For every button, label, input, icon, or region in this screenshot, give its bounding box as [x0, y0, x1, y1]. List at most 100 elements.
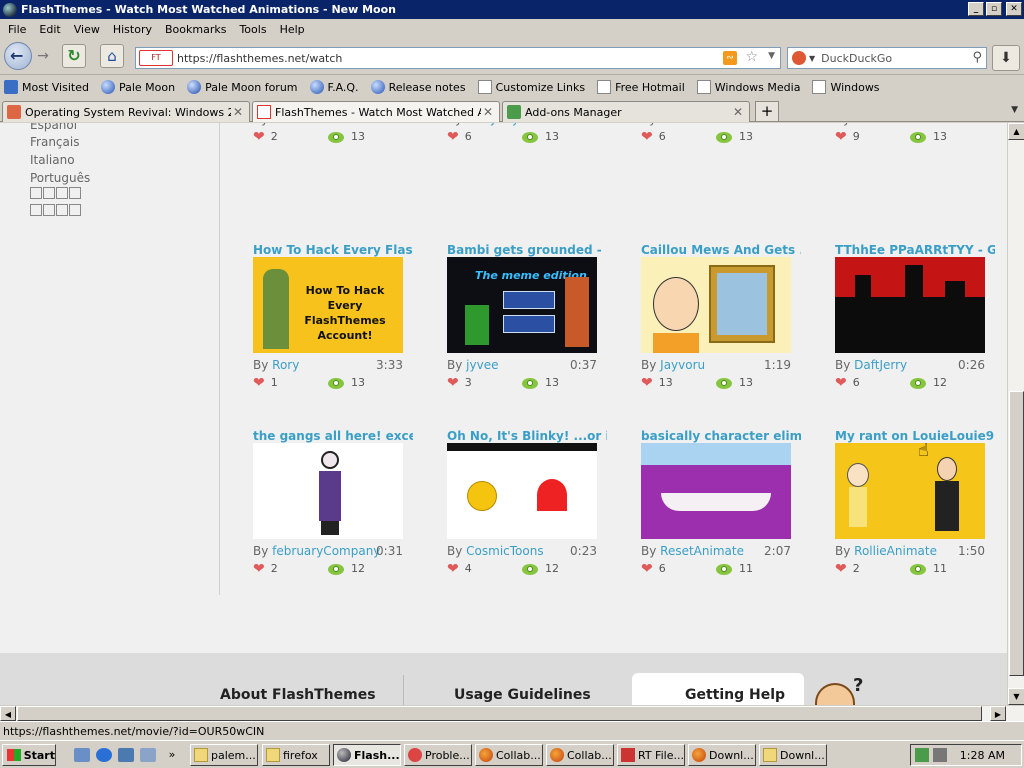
video-author-link[interactable]: Rory — [272, 358, 299, 372]
search-icon[interactable]: ⚲ — [972, 50, 982, 65]
taskbar-item[interactable]: Downl... — [688, 744, 756, 766]
menu-history[interactable]: History — [113, 23, 152, 36]
internet-explorer-icon[interactable] — [96, 748, 112, 762]
video-author-link[interactable]: luistrublic — [660, 123, 719, 126]
scroll-left-button[interactable]: ◀ — [0, 706, 16, 721]
language-espanol[interactable]: Español — [30, 123, 77, 132]
video-thumbnail[interactable] — [641, 443, 791, 539]
window-title-bar[interactable]: FlashThemes - Watch Most Watched Animati… — [0, 0, 1024, 19]
video-author-link[interactable]: DaftJerry — [854, 358, 907, 372]
video-card[interactable]: My rant on LouieLouie95 By RollieAnimate 1… — [835, 429, 995, 609]
scroll-right-button[interactable]: ▶ — [990, 706, 1006, 721]
video-author-link[interactable]: GML394 - Official — [854, 123, 957, 126]
video-title[interactable]: TThhEe PPaARRtTYY - G... — [835, 243, 995, 257]
video-card[interactable]: Oh No, It's Blinky! ...or i... By CosmicT… — [447, 429, 607, 609]
outlook-express-icon[interactable] — [118, 748, 134, 762]
scroll-down-button[interactable]: ▼ — [1008, 688, 1024, 705]
url-dropdown-icon[interactable]: ▼ — [768, 51, 775, 61]
duckduckgo-icon[interactable] — [792, 51, 806, 65]
menu-help[interactable]: Help — [280, 23, 305, 36]
video-thumbnail[interactable] — [835, 257, 985, 353]
video-author-link[interactable]: februaryCompany — [272, 544, 380, 558]
menu-view[interactable]: View — [74, 23, 100, 36]
video-card[interactable]: the gangs all here! exce... By februaryCo… — [253, 429, 413, 609]
back-button[interactable] — [4, 42, 32, 70]
horizontal-scroll-thumb[interactable] — [17, 706, 982, 721]
show-desktop-icon[interactable] — [74, 748, 90, 762]
video-author-link[interactable]: RollieAnimate — [854, 544, 937, 558]
search-bar[interactable]: ▼ DuckDuckGo ⚲ — [787, 47, 987, 69]
taskbar-item[interactable]: Collab... — [475, 744, 543, 766]
url-text[interactable]: https://flashthemes.net/watch — [177, 52, 342, 65]
bookmark-most-visited[interactable]: Most Visited — [4, 80, 89, 94]
bookmark-pale-moon-forum[interactable]: Pale Moon forum — [187, 80, 298, 94]
video-card[interactable]: By luistrublic2:16❤613 — [641, 123, 801, 177]
taskbar-item[interactable]: RT File... — [617, 744, 685, 766]
search-placeholder[interactable]: DuckDuckGo — [821, 52, 892, 65]
video-title[interactable]: Oh No, It's Blinky! ...or i... — [447, 429, 607, 443]
search-engine-dropdown-icon[interactable]: ▼ — [809, 54, 815, 63]
video-author-link[interactable]: ResetAnimate — [660, 544, 744, 558]
close-tab-icon[interactable]: ✕ — [231, 105, 245, 119]
vertical-scrollbar[interactable]: ▲ ▼ — [1007, 123, 1024, 705]
vertical-scroll-thumb[interactable] — [1009, 391, 1024, 676]
explorer-search-icon[interactable] — [140, 748, 156, 762]
taskbar-item[interactable]: Collab... — [546, 744, 614, 766]
menu-file[interactable]: File — [8, 23, 26, 36]
video-card[interactable]: _ _ _ _ _ _ _ _ _By DaftJerry3:08❤613 — [447, 123, 607, 177]
tab-os-revival[interactable]: Operating System Revival: Windows 200...… — [2, 101, 250, 122]
video-title[interactable]: Caillou Mews And Gets ... — [641, 243, 801, 257]
horizontal-scrollbar[interactable]: ◀ ▶ — [0, 705, 1024, 721]
video-author-link[interactable]: CosmicToons — [466, 544, 543, 558]
video-card[interactable]: By Adam Gotoons9:37❤213 — [253, 123, 413, 177]
close-tab-icon[interactable]: ✕ — [731, 105, 745, 119]
bookmark-windows[interactable]: Windows — [812, 80, 880, 94]
site-identity-icon[interactable]: FT — [139, 50, 173, 66]
taskbar-item[interactable]: palem... — [190, 744, 258, 766]
video-card[interactable]: Bambi gets grounded - M...The meme editi… — [447, 243, 607, 423]
video-thumbnail[interactable] — [447, 443, 597, 539]
downloads-button[interactable]: ⬇ — [992, 45, 1020, 71]
video-author-link[interactable]: jyvee — [466, 358, 498, 372]
new-tab-button[interactable]: + — [755, 101, 779, 121]
video-thumbnail[interactable] — [253, 443, 403, 539]
video-author-link[interactable]: Jayvoru — [660, 358, 705, 372]
video-title[interactable]: How To Hack Every Flash... — [253, 243, 413, 257]
bookmark-star-icon[interactable]: ☆ — [745, 49, 758, 65]
video-card[interactable]: basically character elimi... By ResetAnim… — [641, 429, 801, 609]
menu-bookmarks[interactable]: Bookmarks — [165, 23, 226, 36]
video-title[interactable]: basically character elimi... — [641, 429, 801, 443]
video-thumbnail[interactable] — [641, 257, 791, 353]
video-thumbnail[interactable] — [835, 443, 985, 539]
taskbar-item[interactable]: firefox — [262, 744, 330, 766]
taskbar-item[interactable]: Flash... — [333, 744, 401, 766]
reload-button[interactable]: ↻ — [62, 44, 86, 68]
bookmark-customize-links[interactable]: Customize Links — [477, 80, 585, 94]
video-title[interactable]: the gangs all here! exce... — [253, 429, 413, 443]
url-bar[interactable]: FT https://flashthemes.net/watch ∾ ☆ ▼ — [135, 47, 781, 69]
taskbar-item[interactable]: Proble... — [404, 744, 472, 766]
video-title[interactable]: Bambi gets grounded - M... — [447, 243, 607, 257]
video-title[interactable]: My rant on LouieLouie95 — [835, 429, 995, 443]
maximize-button[interactable]: ▫ — [986, 2, 1002, 16]
bookmark-pale-moon[interactable]: Pale Moon — [100, 80, 175, 94]
scroll-up-button[interactable]: ▲ — [1008, 123, 1024, 140]
language-italiano[interactable]: Italiano — [30, 153, 75, 167]
quicklaunch-overflow-icon[interactable]: » — [164, 748, 180, 762]
video-author-link[interactable]: Adam Gotoons — [272, 123, 360, 126]
footer-help-tab[interactable]: Getting Help — [632, 673, 804, 705]
video-thumbnail[interactable]: How To Hack Every FlashThemes Account! — [253, 257, 403, 353]
language-cjk-1[interactable] — [30, 187, 81, 199]
menu-tools[interactable]: Tools — [239, 23, 266, 36]
video-card[interactable]: TThhEe PPaARRtTYY - G... By DaftJerry 0:26… — [835, 243, 995, 423]
minimize-button[interactable]: _ — [968, 2, 984, 16]
language-cjk-2[interactable] — [30, 204, 81, 216]
taskbar-item[interactable]: Downl... — [759, 744, 827, 766]
language-portugues[interactable]: Português — [30, 171, 90, 185]
network-icon[interactable] — [915, 748, 929, 762]
video-thumbnail[interactable]: The meme edition — [447, 257, 597, 353]
forward-button[interactable]: → — [34, 47, 52, 65]
close-tab-icon[interactable]: ✕ — [481, 105, 495, 119]
video-card[interactable]: How To Hack Every Flash... How To Hack Ev… — [253, 243, 413, 423]
speaker-icon[interactable] — [933, 748, 947, 762]
